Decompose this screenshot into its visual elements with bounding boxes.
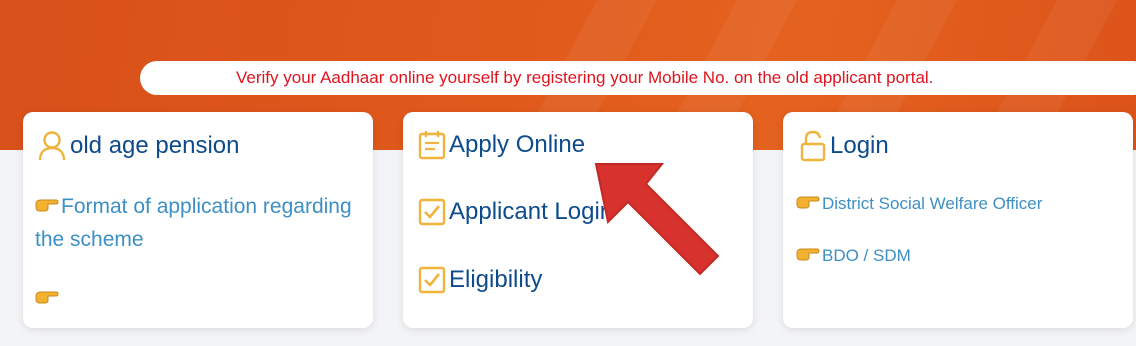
announcement-text[interactable]: Verify your Aadhaar online yourself by r… bbox=[236, 68, 933, 88]
bdo-sdm-login-text: BDO / SDM bbox=[822, 246, 911, 265]
pension-title-text: old age pension bbox=[70, 132, 240, 159]
bdo-sdm-login-link[interactable]: BDO / SDM bbox=[796, 244, 911, 269]
applicant-login-link[interactable]: Applicant Login bbox=[418, 198, 613, 226]
pension-card: old age pension Format of application re… bbox=[23, 112, 373, 328]
login-card: Login District Social Welfare Officer BD… bbox=[783, 112, 1133, 328]
eligibility-link[interactable]: Eligibility bbox=[418, 266, 542, 294]
apply-online-text: Apply Online bbox=[449, 131, 586, 158]
dswo-login-text: District Social Welfare Officer bbox=[822, 194, 1043, 213]
pension-link-2[interactable] bbox=[35, 282, 61, 315]
pension-card-title: old age pension bbox=[37, 130, 239, 162]
scheme-format-link-text: Format of application regarding the sche… bbox=[35, 195, 352, 251]
login-title-text: Login bbox=[830, 132, 889, 159]
checkbox-icon bbox=[418, 266, 446, 294]
login-card-title: Login bbox=[799, 130, 889, 162]
apply-online-link[interactable]: Apply Online bbox=[418, 130, 585, 160]
applicant-login-text: Applicant Login bbox=[449, 198, 614, 225]
pointing-hand-icon bbox=[35, 190, 59, 223]
pointing-hand-icon bbox=[35, 282, 59, 315]
user-icon bbox=[37, 130, 67, 162]
calendar-icon bbox=[418, 130, 446, 160]
dswo-login-link[interactable]: District Social Welfare Officer bbox=[796, 192, 1042, 217]
announcement-marquee: Verify your Aadhaar online yourself by r… bbox=[140, 61, 1136, 95]
pointing-hand-icon bbox=[796, 244, 820, 269]
annotation-arrow bbox=[594, 163, 720, 276]
unlock-icon bbox=[799, 130, 827, 162]
eligibility-text: Eligibility bbox=[449, 266, 543, 293]
scheme-format-link[interactable]: Format of application regarding the sche… bbox=[35, 190, 365, 256]
pointing-hand-icon bbox=[796, 192, 820, 217]
checkbox-icon bbox=[418, 198, 446, 226]
